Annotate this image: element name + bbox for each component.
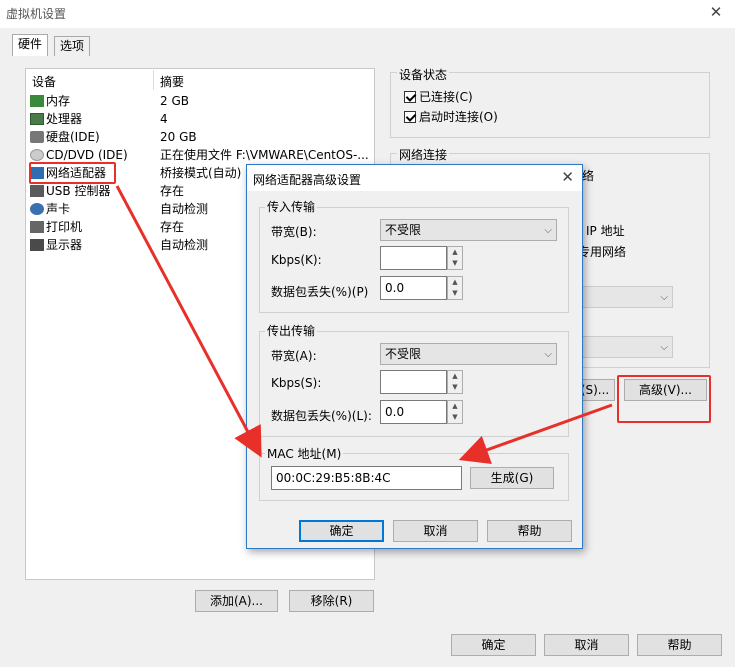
arrow-to-mac-address [115,185,262,458]
arrow-to-mac-input [458,403,613,465]
annotation-arrows [115,185,613,465]
